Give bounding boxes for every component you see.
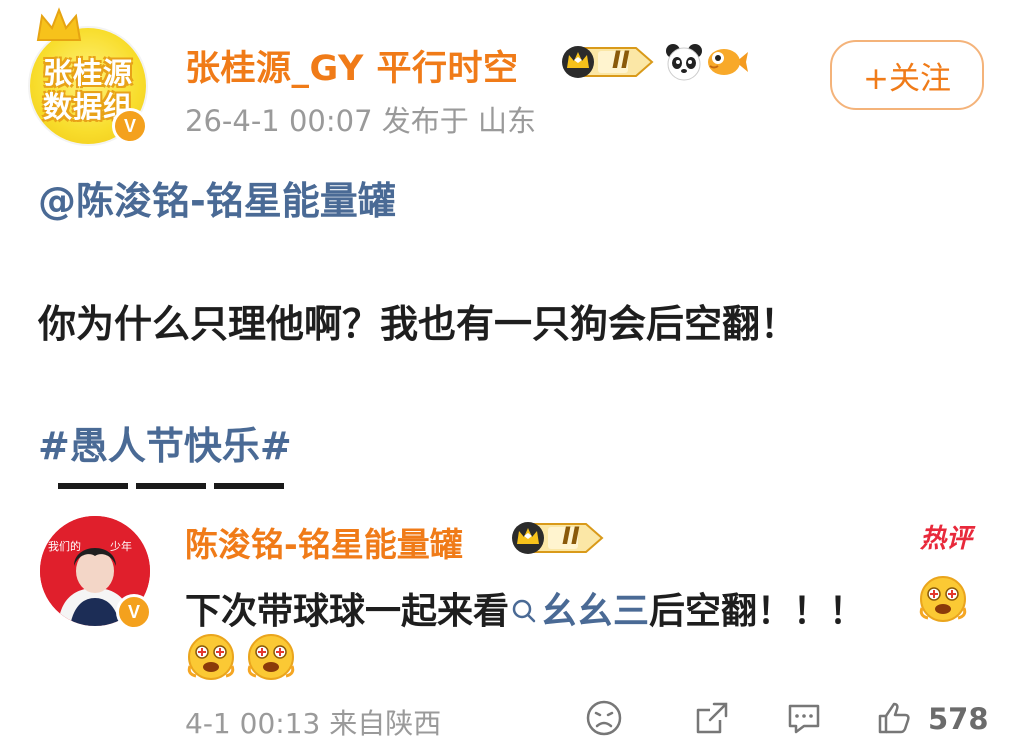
- svg-text:我们的: 我们的: [48, 539, 81, 553]
- post-author-avatar[interactable]: 张桂源 数据组 V: [30, 7, 148, 144]
- divider-dash: [136, 483, 206, 489]
- search-link-label: 幺幺三: [541, 591, 650, 632]
- comment-text: 下次带球球一起来看 幺幺三后空翻！！！: [185, 582, 865, 634]
- level-badge[interactable]: [558, 42, 658, 82]
- svg-text:少年: 少年: [110, 539, 132, 553]
- level-badge-text: II: [562, 522, 580, 550]
- divider-dash: [214, 483, 284, 489]
- search-link[interactable]: 幺幺三: [509, 591, 649, 632]
- comment-icon[interactable]: [784, 698, 824, 738]
- post-text: 你为什么只理他啊？我也有一只狗会后空翻！: [38, 302, 799, 346]
- thumbs-up-icon[interactable]: [874, 698, 914, 738]
- fish-icon: [708, 49, 748, 75]
- sad-face-icon[interactable]: [584, 698, 624, 738]
- like-count: 578: [928, 702, 989, 736]
- verified-v-icon: V: [116, 594, 152, 630]
- comment-meta: 4-1 00:13 来自陕西: [185, 707, 442, 740]
- grin-emoji-icon: [247, 634, 295, 680]
- hashtag-link[interactable]: #愚人节快乐#: [38, 415, 292, 470]
- crown-icon: [36, 7, 82, 41]
- follow-button[interactable]: +关注: [830, 40, 984, 110]
- comment-text-after: 后空翻！！！: [649, 591, 866, 632]
- share-icon[interactable]: [692, 698, 732, 738]
- hot-comment-tag: 热评: [920, 524, 973, 554]
- comment-author-name[interactable]: 陈浚铭-铭星能量罐: [185, 518, 463, 566]
- mention-link[interactable]: @陈浚铭-铭星能量罐: [38, 170, 396, 225]
- post-author-name[interactable]: 张桂源_GY 平行时空: [185, 40, 519, 91]
- comment-text-before: 下次带球球一起来看: [185, 591, 510, 632]
- level-badge[interactable]: [508, 518, 608, 558]
- post-meta: 26-4-1 00:07 发布于 山东: [185, 104, 536, 138]
- divider-dash: [58, 483, 128, 489]
- search-icon: [512, 599, 536, 623]
- level-badge-text: II: [612, 46, 630, 74]
- grin-emoji-icon: [919, 576, 967, 622]
- panda-icon: [666, 44, 702, 81]
- verified-v-icon: V: [112, 108, 148, 144]
- grin-emoji-icon: [187, 634, 235, 680]
